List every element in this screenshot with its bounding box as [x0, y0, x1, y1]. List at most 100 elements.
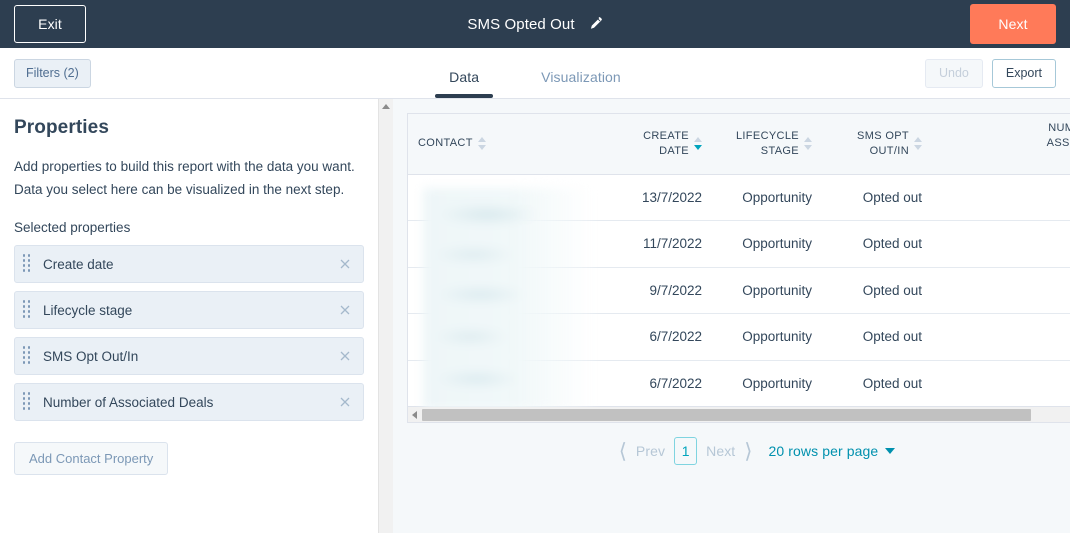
pencil-icon[interactable]	[587, 16, 603, 32]
column-label: CONTACT	[418, 137, 473, 150]
cell-create-date: 11/7/2022	[594, 220, 712, 268]
report-title-group: SMS Opted Out	[467, 16, 602, 33]
property-label: SMS Opt Out/In	[43, 348, 139, 364]
drag-handle-icon[interactable]	[23, 392, 31, 412]
filters-button[interactable]: Filters (2)	[14, 58, 91, 88]
properties-description: Add properties to build this report with…	[14, 159, 355, 198]
tab-data[interactable]: Data	[435, 69, 494, 98]
top-bar: Exit SMS Opted Out Next	[0, 0, 1070, 48]
cell-lifecycle-stage: Opportunity	[712, 267, 822, 314]
property-label: Number of Associated Deals	[43, 394, 214, 410]
property-chip-create-date[interactable]: Create date	[14, 245, 364, 284]
cell-contact	[408, 313, 594, 361]
cell-lifecycle-stage: Opportunity	[712, 220, 822, 268]
table-body: 13/7/2022 Opportunity Opted out 11/7/202…	[408, 174, 1070, 407]
table-row[interactable]: 13/7/2022 Opportunity Opted out	[408, 174, 1070, 221]
undo-button[interactable]: Undo	[924, 58, 983, 88]
cell-create-date: 13/7/2022	[594, 174, 712, 221]
page-title: SMS Opted Out	[467, 15, 575, 33]
selected-properties-list: Create date Lifecycle stage SMS Opt Out/…	[14, 245, 364, 422]
sort-arrows-icon[interactable]	[804, 137, 812, 151]
column-label: LIFECYCLE STAGE	[735, 129, 799, 157]
cell-sms-opt-out-in: Opted out	[822, 267, 932, 314]
toolbar-actions: Undo Export	[924, 58, 1056, 88]
cell-sms-opt-out-in: Opted out	[822, 174, 932, 221]
close-icon[interactable]	[337, 348, 353, 364]
sort-arrows-icon[interactable]	[477, 137, 486, 151]
close-icon[interactable]	[337, 394, 353, 410]
table-row[interactable]: 6/7/2022 Opportunity Opted out	[408, 360, 1070, 407]
properties-panel: Properties Add properties to build this …	[0, 99, 378, 533]
sub-toolbar: Filters (2) Data Visualization Undo Expo…	[0, 48, 1070, 99]
sort-arrows-icon[interactable]	[914, 137, 922, 151]
column-header-create-date[interactable]: CREATE DATE	[594, 114, 712, 175]
cell-contact	[408, 174, 594, 221]
drag-handle-icon[interactable]	[23, 254, 31, 274]
exit-button[interactable]: Exit	[14, 5, 86, 43]
column-header-sms-opt-out-in[interactable]: SMS OPT OUT/IN	[822, 114, 932, 175]
current-page-number[interactable]: 1	[674, 437, 698, 465]
table-row[interactable]: 6/7/2022 Opportunity Opted out	[408, 313, 1070, 361]
data-table: CONTACT CREATE DATE LIFECYCLE STAGE SMS …	[408, 114, 1070, 407]
rows-per-page-dropdown[interactable]: 20 rows per page	[769, 443, 896, 459]
close-icon[interactable]	[337, 256, 353, 272]
drag-handle-icon[interactable]	[23, 346, 31, 366]
tab-bar: Data Visualization	[0, 48, 1070, 98]
property-chip-number-of-associated-deals[interactable]: Number of Associated Deals	[14, 383, 364, 422]
cell-create-date: 6/7/2022	[594, 313, 712, 361]
property-chip-sms-opt-out-in[interactable]: SMS Opt Out/In	[14, 337, 364, 376]
chevron-right-icon[interactable]: ⟩	[744, 440, 752, 462]
table-row[interactable]: 11/7/2022 Opportunity Opted out	[408, 220, 1070, 268]
cell-associated-deals	[932, 220, 1070, 268]
property-label: Lifecycle stage	[43, 302, 133, 318]
column-header-contact[interactable]: CONTACT	[408, 114, 594, 175]
cell-lifecycle-stage: Opportunity	[712, 174, 822, 221]
cell-lifecycle-stage: Opportunity	[712, 360, 822, 407]
property-chip-lifecycle-stage[interactable]: Lifecycle stage	[14, 291, 364, 330]
top-bar-center: SMS Opted Out	[0, 0, 1070, 48]
panel-vertical-scrollbar[interactable]	[378, 99, 393, 533]
table-header: CONTACT CREATE DATE LIFECYCLE STAGE SMS …	[408, 114, 1070, 175]
chevron-left-icon[interactable]: ⟨	[619, 440, 627, 462]
table-horizontal-scrollbar[interactable]	[407, 407, 1070, 423]
scrollbar-thumb[interactable]	[422, 408, 1031, 421]
cell-associated-deals	[932, 267, 1070, 314]
column-header-lifecycle-stage[interactable]: LIFECYCLE STAGE	[712, 114, 822, 175]
scroll-left-arrow-icon[interactable]	[412, 410, 417, 419]
sort-arrows-icon[interactable]	[694, 137, 702, 151]
cell-sms-opt-out-in: Opted out	[822, 360, 932, 407]
prev-page-button[interactable]: Prev	[636, 443, 665, 459]
tab-visualization[interactable]: Visualization	[527, 69, 635, 98]
column-header-number-of-associated-deals[interactable]: NUMBER ASSOCIA DE	[932, 114, 1070, 175]
close-icon[interactable]	[337, 302, 353, 318]
chevron-down-icon[interactable]	[885, 448, 896, 454]
add-contact-property-button[interactable]: Add Contact Property	[14, 442, 169, 476]
export-button[interactable]: Export	[991, 58, 1056, 88]
next-button[interactable]: Next	[970, 4, 1056, 44]
column-label: CREATE DATE	[643, 129, 689, 157]
next-page-button[interactable]: Next	[706, 443, 735, 459]
properties-heading: Properties	[14, 117, 109, 138]
table-header-row: CONTACT CREATE DATE LIFECYCLE STAGE SMS …	[408, 114, 1070, 175]
cell-contact	[408, 360, 594, 407]
drag-handle-icon[interactable]	[23, 300, 31, 320]
cell-associated-deals	[932, 313, 1070, 361]
report-builder-app: Exit SMS Opted Out Next Filters (2) Data…	[0, 0, 1070, 533]
cell-contact	[408, 220, 594, 268]
property-label: Create date	[43, 256, 114, 272]
pagination: ⟨ Prev 1 Next ⟩ 20 rows per page	[407, 423, 1070, 479]
data-table-card: CONTACT CREATE DATE LIFECYCLE STAGE SMS …	[407, 113, 1070, 410]
cell-create-date: 6/7/2022	[594, 360, 712, 407]
cell-create-date: 9/7/2022	[594, 267, 712, 314]
table-row[interactable]: 9/7/2022 Opportunity Opted out	[408, 267, 1070, 314]
cell-contact	[408, 267, 594, 314]
column-label: SMS OPT OUT/IN	[857, 129, 909, 157]
column-label: NUMBER ASSOCIA DE	[1046, 122, 1070, 150]
selected-properties-label: Selected properties	[14, 220, 131, 236]
rows-per-page-label: 20 rows per page	[768, 443, 879, 459]
cell-associated-deals	[932, 174, 1070, 221]
cell-associated-deals	[932, 360, 1070, 407]
scroll-up-arrow-icon[interactable]	[382, 104, 390, 109]
cell-sms-opt-out-in: Opted out	[822, 220, 932, 268]
cell-lifecycle-stage: Opportunity	[712, 313, 822, 361]
